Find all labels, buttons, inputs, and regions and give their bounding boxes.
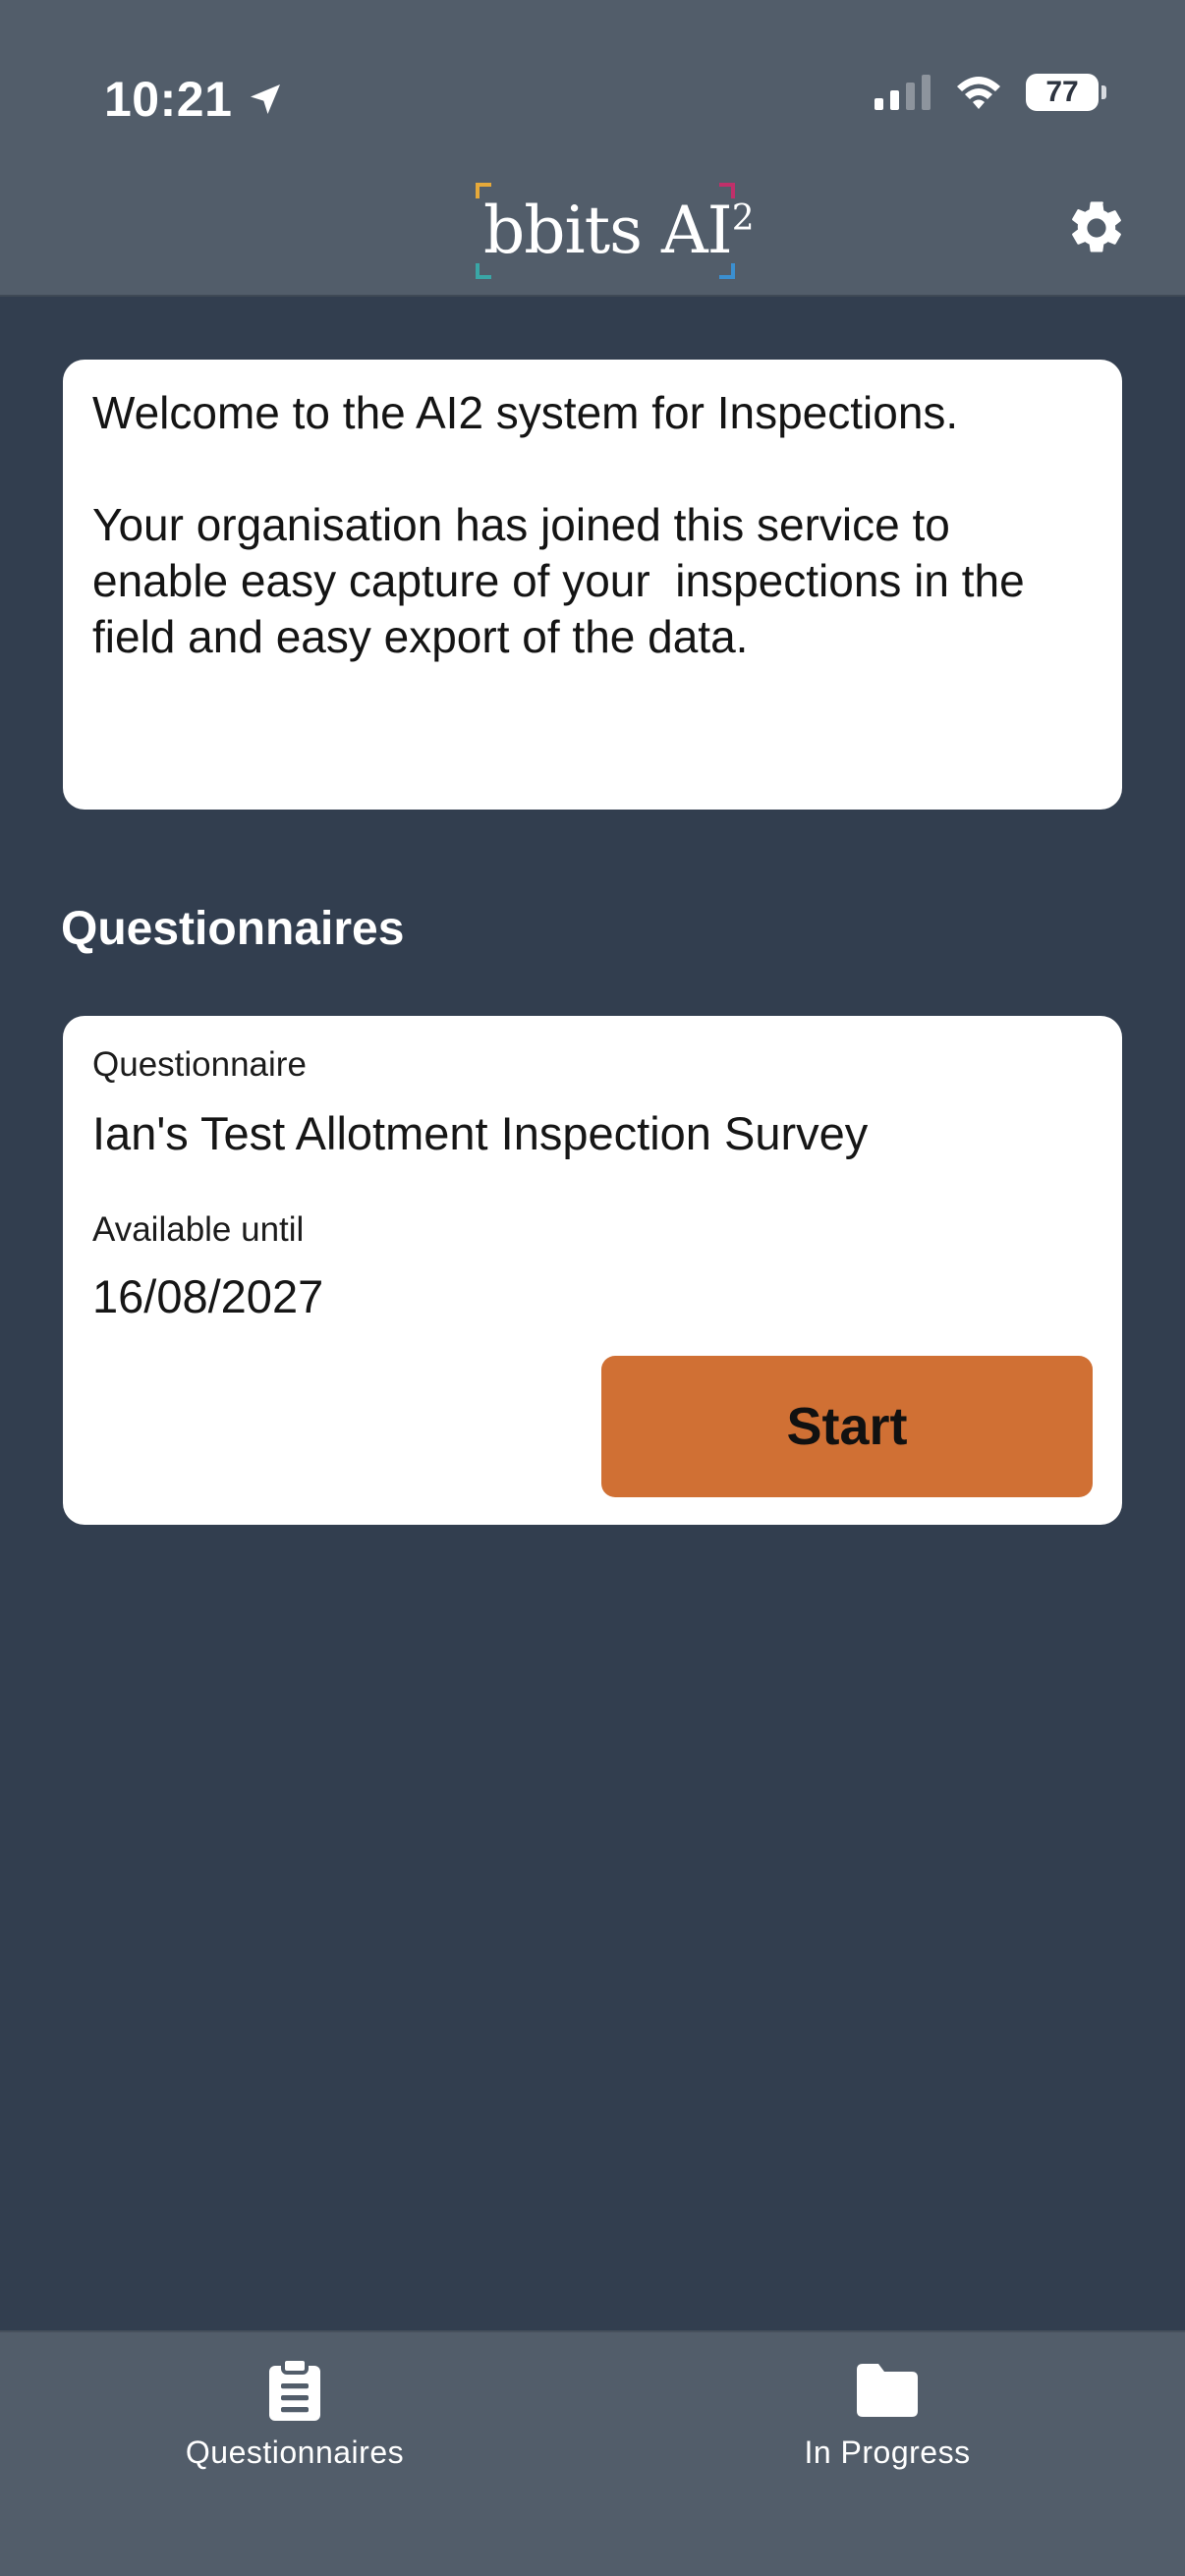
bottom-tab-bar: Questionnaires In Progress xyxy=(0,2330,1185,2576)
tab-questionnaires[interactable]: Questionnaires xyxy=(98,2358,491,2505)
status-bar-time: 10:21 xyxy=(104,71,285,128)
tab-questionnaires-label: Questionnaires xyxy=(185,2435,405,2470)
app-header: 10:21 77 bbits AI2 xyxy=(0,0,1185,297)
logo-superscript: 2 xyxy=(731,198,755,239)
start-button[interactable]: Start xyxy=(601,1356,1093,1497)
settings-button[interactable] xyxy=(1065,196,1128,259)
welcome-card: Welcome to the AI2 system for Inspection… xyxy=(63,360,1122,810)
time-text: 10:21 xyxy=(104,72,233,127)
available-until-label: Available until xyxy=(92,1210,305,1249)
questionnaires-heading: Questionnaires xyxy=(61,903,405,955)
available-until-date: 16/08/2027 xyxy=(92,1270,324,1322)
location-arrow-icon xyxy=(251,84,281,114)
questionnaire-name: Ian's Test Allotment Inspection Survey xyxy=(92,1107,869,1159)
logo-text: bbits AI2 xyxy=(483,193,755,268)
questionnaire-label: Questionnaire xyxy=(92,1045,307,1084)
wifi-icon xyxy=(957,77,1000,109)
clipboard-icon xyxy=(269,2358,320,2421)
tab-in-progress-label: In Progress xyxy=(804,2435,971,2470)
bbits-logo: bbits AI2 xyxy=(470,183,755,279)
folder-icon xyxy=(857,2364,918,2417)
gear-icon xyxy=(1072,201,1121,252)
battery-icon: 77 xyxy=(1026,74,1106,111)
cellular-signal-icon xyxy=(875,75,931,110)
tab-in-progress[interactable]: In Progress xyxy=(691,2358,1084,2505)
status-icons: 77 xyxy=(875,73,1106,112)
questionnaire-card: Questionnaire Ian's Test Allotment Inspe… xyxy=(63,1016,1122,1525)
battery-level: 77 xyxy=(1045,76,1079,108)
